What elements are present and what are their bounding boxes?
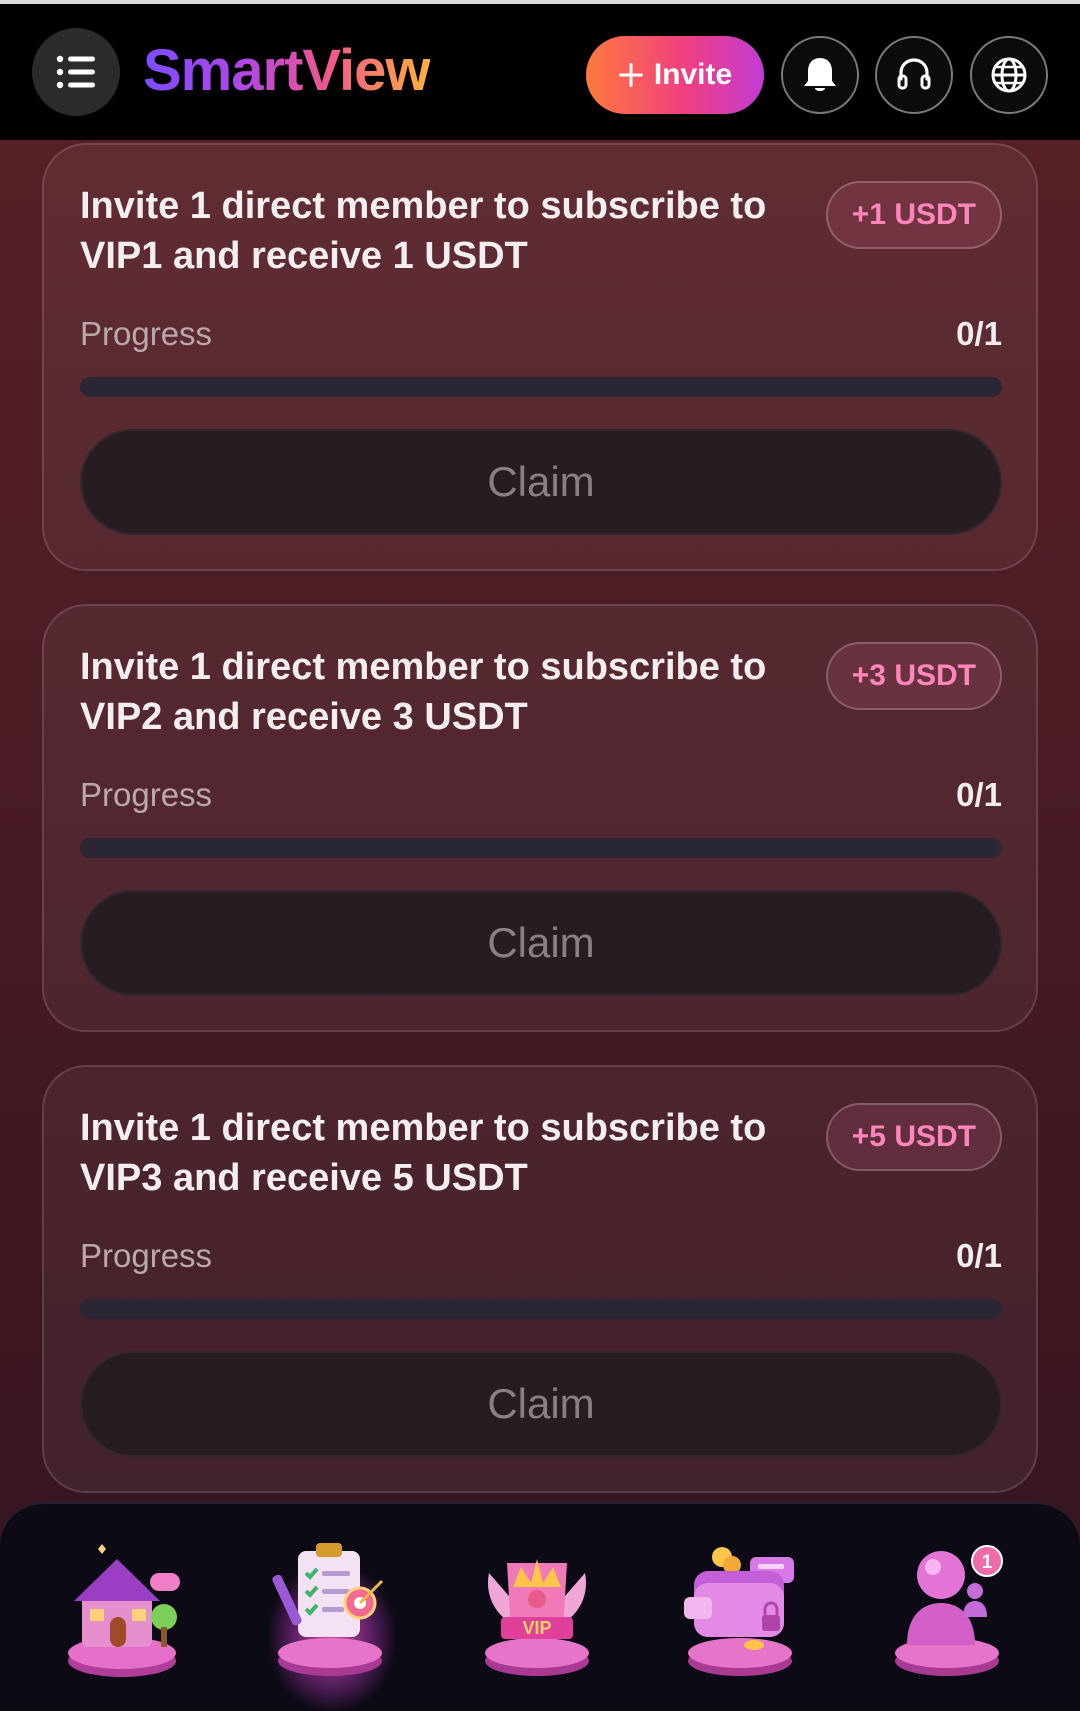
nav-item-vip[interactable]: VIP bbox=[475, 1528, 605, 1688]
globe-icon bbox=[991, 57, 1027, 93]
bell-icon bbox=[804, 58, 836, 91]
top-header: SmartView Invite bbox=[0, 0, 1080, 140]
progress-value: 0/1 bbox=[956, 776, 1002, 813]
nav-item-home[interactable] bbox=[60, 1528, 190, 1688]
claim-button[interactable]: Claim bbox=[80, 1351, 1002, 1457]
menu-button[interactable] bbox=[32, 28, 120, 116]
invite-label: Invite bbox=[653, 58, 733, 91]
task-title: Invite 1 direct member to subscribe to V… bbox=[80, 646, 767, 738]
progress-value: 0/1 bbox=[956, 315, 1002, 352]
progress-label: Progress bbox=[80, 776, 213, 813]
nav-item-tasks[interactable] bbox=[268, 1528, 398, 1688]
svg-text:VIP: VIP bbox=[522, 1618, 551, 1638]
task-card: Invite 1 direct member to subscribe to V… bbox=[42, 143, 1038, 571]
progress-bar bbox=[80, 838, 1002, 858]
wallet-icon bbox=[684, 1547, 794, 1676]
task-card: Invite 1 direct member to subscribe to V… bbox=[42, 1065, 1038, 1493]
support-button[interactable] bbox=[875, 36, 953, 114]
progress-label: Progress bbox=[80, 1237, 213, 1274]
nav-item-profile[interactable]: 1 bbox=[885, 1528, 1015, 1688]
reward-badge: +3 USDT bbox=[825, 642, 1002, 710]
nav-item-wallet[interactable] bbox=[678, 1528, 808, 1688]
progress-bar bbox=[80, 1299, 1002, 1319]
progress-label: Progress bbox=[80, 315, 213, 352]
reward-badge: +1 USDT bbox=[825, 181, 1002, 249]
bottom-navigation: VIP 1 bbox=[0, 1502, 1080, 1711]
task-title: Invite 1 direct member to subscribe to V… bbox=[80, 185, 767, 277]
plus-icon bbox=[618, 63, 643, 87]
menu-icon bbox=[56, 55, 95, 89]
task-card: Invite 1 direct member to subscribe to V… bbox=[42, 604, 1038, 1032]
headset-icon bbox=[897, 58, 931, 90]
language-button[interactable] bbox=[970, 36, 1048, 114]
task-title: Invite 1 direct member to subscribe to V… bbox=[80, 1107, 767, 1199]
progress-value: 0/1 bbox=[956, 1237, 1002, 1274]
progress-bar bbox=[80, 377, 1002, 397]
claim-button[interactable]: Claim bbox=[80, 890, 1002, 996]
notifications-button[interactable] bbox=[781, 36, 859, 114]
app-logo[interactable]: SmartView bbox=[143, 42, 431, 100]
vip-icon: VIP bbox=[485, 1559, 589, 1676]
invite-button[interactable]: Invite bbox=[586, 36, 764, 114]
reward-badge: +5 USDT bbox=[825, 1103, 1002, 1171]
svg-text:1: 1 bbox=[982, 1552, 993, 1573]
tasks-icon bbox=[272, 1543, 384, 1676]
home-icon bbox=[68, 1544, 180, 1677]
profile-icon: 1 bbox=[895, 1545, 1003, 1676]
claim-button[interactable]: Claim bbox=[80, 429, 1002, 535]
